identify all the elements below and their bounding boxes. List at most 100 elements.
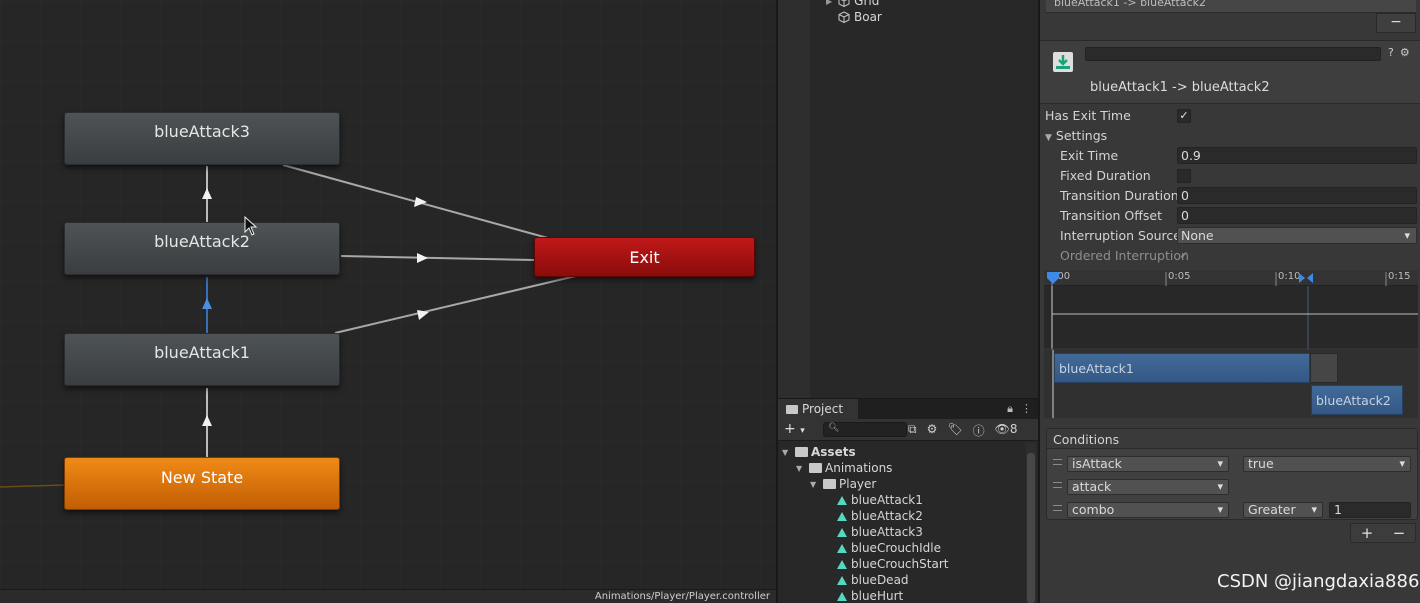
scrollbar-thumb[interactable]	[1027, 453, 1035, 603]
tree-item-label: blueAttack1	[851, 493, 923, 507]
expand-arrow-icon[interactable]: ▼	[810, 480, 820, 489]
controller-path: Animations/Player/Player.controller	[594, 591, 770, 602]
transition-timeline[interactable]: :00 0:05 0:10 0:15 blueAttack1 blueAttac…	[1044, 270, 1418, 418]
project-tree[interactable]: ▼ Assets ▼ Animations ▼ Player blueAttack1 blue…	[778, 441, 1038, 603]
exit-time-field[interactable]: 0.9	[1177, 147, 1417, 164]
has-exit-time-checkbox[interactable]: ✓	[1177, 109, 1191, 123]
tree-folder-item[interactable]: ▼ Assets	[782, 445, 856, 459]
graph-footer: Animations/Player/Player.controller	[0, 589, 776, 603]
settings-foldout[interactable]: ▼ Settings	[1045, 128, 1107, 143]
tree-asset-item[interactable]: blueAttack1	[824, 493, 923, 507]
expand-arrow-icon[interactable]: ▼	[796, 464, 806, 473]
tree-item-label: blueAttack3	[851, 525, 923, 539]
tick-label: 0:05	[1168, 271, 1191, 282]
state-blueattack1[interactable]: blueAttack1	[64, 333, 340, 386]
project-scrollbar[interactable]	[1026, 443, 1036, 603]
tree-asset-item[interactable]: blueDead	[824, 573, 909, 587]
favorites-icon[interactable]: 🏷︎	[947, 422, 962, 439]
gameobject-cube-icon	[838, 0, 850, 7]
name-field[interactable]	[1085, 47, 1381, 61]
more-options-icon[interactable]: ⋮	[1021, 402, 1032, 416]
condition-mode-dropdown[interactable]: true	[1243, 456, 1411, 472]
condition-parameter-dropdown[interactable]: attack	[1067, 479, 1229, 495]
tree-asset-item[interactable]: blueCrouchStart	[824, 557, 948, 571]
tree-folder-item[interactable]: ▼ Player	[810, 477, 876, 491]
tree-asset-item[interactable]: blueAttack3	[824, 525, 923, 539]
playhead-line	[1052, 350, 1054, 418]
tree-asset-item[interactable]: blueCrouchIdle	[824, 541, 941, 555]
drag-handle-icon[interactable]	[1053, 505, 1062, 511]
add-condition-button[interactable]: +	[1361, 524, 1374, 542]
hierarchy-item-boar[interactable]: Boar	[838, 10, 882, 24]
expand-arrow-icon[interactable]: ▶	[826, 0, 832, 6]
tree-item-label: Animations	[825, 461, 893, 475]
ordered-interruption-label: Ordered Interruption	[1060, 248, 1189, 263]
project-tabbar: Project 🔒︎ ⋮	[778, 399, 1038, 419]
inspector-panel[interactable]: blueAttack1 -> blueAttack2 − ? ⚙ blueAtt…	[1038, 0, 1420, 603]
tick-label: 0:15	[1388, 271, 1411, 282]
conditions-header: Conditions	[1047, 429, 1417, 449]
hierarchy-item-grid[interactable]: ▶ Grid	[826, 0, 880, 8]
state-blueattack2[interactable]: blueAttack2	[64, 222, 340, 275]
animation-clip-icon	[837, 527, 847, 537]
search-by-type-icon[interactable]: ⧉	[908, 422, 917, 439]
lock-icon[interactable]: 🔒︎	[1007, 402, 1013, 416]
animation-clip-icon	[837, 591, 847, 601]
hidden-packages-icon[interactable]: 👁︎8	[995, 422, 1018, 439]
hierarchy-gutter	[778, 0, 810, 398]
fixed-duration-checkbox[interactable]	[1177, 169, 1191, 183]
drag-handle-icon[interactable]	[1053, 459, 1062, 465]
animator-graph[interactable]: blueAttack3 blueAttack2 blueAttack1 New …	[0, 0, 776, 603]
gameobject-cube-icon	[838, 11, 850, 23]
remove-transition-button[interactable]: −	[1376, 13, 1416, 33]
remove-condition-button[interactable]: −	[1393, 524, 1406, 542]
tree-item-label: blueAttack2	[851, 509, 923, 523]
watermark: CSDN @jiangdaxia886	[1217, 571, 1420, 592]
destination-clip-bar[interactable]: blueAttack2	[1311, 385, 1403, 415]
expand-arrow-icon[interactable]: ▼	[782, 448, 792, 457]
condition-row[interactable]: attack	[1047, 477, 1417, 497]
source-clip-bar[interactable]: blueAttack1	[1054, 353, 1310, 383]
timeline-ruler[interactable]: :00 0:05 0:10 0:15	[1044, 270, 1418, 286]
project-search-input[interactable]: 🔍︎	[823, 422, 907, 437]
hierarchy-panel[interactable]: ▶ Grid Boar	[776, 0, 1038, 398]
transition-offset-field[interactable]: 0	[1177, 207, 1417, 224]
condition-parameter-dropdown[interactable]: combo	[1067, 502, 1229, 518]
fixed-duration-label: Fixed Duration	[1060, 168, 1151, 183]
state-exit[interactable]: Exit	[534, 237, 755, 277]
condition-row[interactable]: isAttack true	[1047, 454, 1417, 474]
ordered-interruption-checkbox[interactable]: ✓	[1177, 249, 1191, 263]
state-new-state-default[interactable]: New State	[64, 457, 340, 510]
animation-clip-icon	[837, 575, 847, 585]
playhead-marker-icon[interactable]	[1047, 272, 1059, 284]
inspector-header: ? ⚙ blueAttack1 -> blueAttack2	[1040, 40, 1420, 104]
project-panel[interactable]: Project 🔒︎ ⋮ + ▾ 🔍︎ ⧉ ⚙ 🏷︎ ⓘ 👁︎8 ▼ Assets…	[776, 398, 1038, 603]
tree-asset-item[interactable]: blueHurt	[824, 589, 903, 603]
transition-title: blueAttack1 -> blueAttack2	[1090, 80, 1270, 95]
tree-item-label: Player	[839, 477, 877, 491]
condition-parameter-dropdown[interactable]: isAttack	[1067, 456, 1229, 472]
create-dropdown-button[interactable]: + ▾	[784, 421, 805, 437]
log-icon[interactable]: ⓘ	[973, 422, 985, 439]
condition-row[interactable]: combo Greater 1	[1047, 500, 1417, 520]
tab-project[interactable]: Project	[778, 399, 858, 419]
conditions-list[interactable]: Conditions isAttack true attack combo Gr…	[1046, 428, 1418, 520]
drag-handle-icon[interactable]	[1053, 482, 1062, 488]
interruption-source-dropdown[interactable]: None	[1177, 227, 1417, 244]
tree-item-label: blueHurt	[851, 589, 904, 603]
condition-mode-dropdown[interactable]: Greater	[1243, 502, 1323, 518]
hierarchy-item-label: Grid	[854, 0, 880, 8]
tree-asset-item[interactable]: blueAttack2	[824, 509, 923, 523]
tree-folder-item[interactable]: ▼ Animations	[796, 461, 892, 475]
ruler-ticks	[1051, 272, 1387, 286]
source-clip-tail[interactable]	[1310, 353, 1338, 383]
condition-value-field[interactable]: 1	[1329, 502, 1411, 518]
settings-gear-icon[interactable]: ⚙	[1400, 46, 1410, 59]
help-icon[interactable]: ?	[1388, 46, 1394, 59]
search-by-label-icon[interactable]: ⚙	[927, 422, 938, 439]
transition-duration-field[interactable]: 0	[1177, 187, 1417, 204]
state-blueattack3[interactable]: blueAttack3	[64, 112, 340, 165]
transition-bracket-icon[interactable]	[1297, 272, 1315, 284]
transition-list-item[interactable]: blueAttack1 -> blueAttack2	[1046, 0, 1416, 13]
animation-clip-icon	[837, 543, 847, 553]
